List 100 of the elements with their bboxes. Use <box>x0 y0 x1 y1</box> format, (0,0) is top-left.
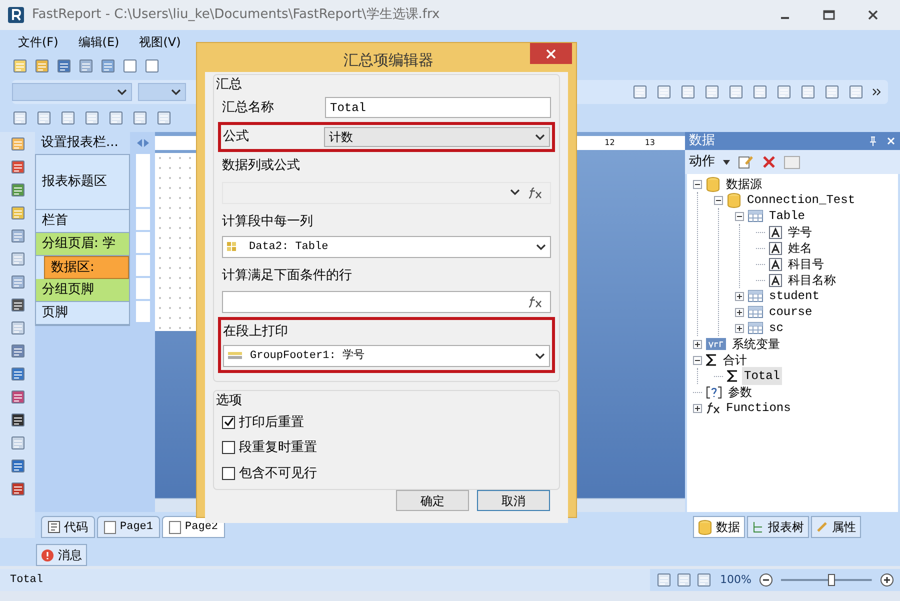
window-title: FastReport - C:\Users\liu_ke\Documents\FastReport\学生选课.frx <box>32 6 440 24</box>
close-button[interactable] <box>530 43 572 64</box>
sigma-icon <box>727 370 738 382</box>
checkbox-label: 打印后重置 <box>239 414 304 432</box>
band-ruler <box>136 255 150 276</box>
parameter-icon <box>706 386 722 398</box>
page-tab[interactable]: 代码 <box>41 516 95 538</box>
edit-icon[interactable] <box>738 155 754 169</box>
chevron-right-icon[interactable] <box>872 87 882 97</box>
tree-item[interactable]: Functions <box>724 399 793 417</box>
plus-box-icon[interactable] <box>693 404 702 412</box>
tree-item[interactable]: 数据源 <box>724 175 764 193</box>
chevron-down-icon <box>535 352 545 360</box>
dialog-button[interactable]: 确定 <box>396 490 469 511</box>
minus-box-icon[interactable] <box>714 196 723 204</box>
minus-box-icon[interactable] <box>693 356 702 364</box>
minus-box-icon[interactable] <box>693 180 702 188</box>
text-field-icon <box>769 274 782 286</box>
document-lines-icon <box>48 521 60 533</box>
tree-item[interactable]: Total <box>742 367 782 385</box>
condition-field[interactable] <box>222 290 551 312</box>
caret-icon[interactable] <box>723 160 730 164</box>
data-band-dropdown[interactable]: Data2: Table <box>222 236 551 258</box>
group-title: 选项 <box>216 392 243 410</box>
band-settings-header[interactable]: 设置报表栏... <box>35 132 130 154</box>
panel-tab[interactable]: 报表树 <box>747 516 809 538</box>
tree-item[interactable]: 合计 <box>721 351 749 369</box>
dialog-title: 汇总项编辑器 <box>342 50 434 71</box>
print-band-dropdown[interactable]: GroupFooter1: 学号 <box>223 345 550 367</box>
tree-item[interactable]: 系统变量 <box>730 335 782 353</box>
arrows-icon[interactable] <box>136 138 150 148</box>
dialog-button[interactable]: 取消 <box>477 490 550 511</box>
pin-icon[interactable] <box>868 136 878 146</box>
font-size-dropdown[interactable] <box>138 83 186 101</box>
plus-box-icon[interactable] <box>693 340 702 348</box>
zoom-out-icon[interactable] <box>759 573 774 587</box>
chevron-down-icon <box>535 134 545 140</box>
actions-menu[interactable]: 动作 <box>689 152 715 172</box>
checkbox[interactable] <box>222 416 235 429</box>
band-ruler <box>136 278 150 299</box>
band-icon <box>227 242 237 252</box>
field-label: 汇总名称 <box>222 98 275 117</box>
checkbox[interactable] <box>222 466 235 480</box>
maximize-icon[interactable] <box>822 8 836 22</box>
text-field-icon <box>769 242 782 254</box>
text-field-icon <box>769 226 782 238</box>
close-icon[interactable] <box>866 8 880 22</box>
tree-item[interactable]: course <box>767 303 814 321</box>
tree-item[interactable]: 科目号 <box>786 255 826 273</box>
tree-item[interactable]: student <box>767 287 822 305</box>
menu-item[interactable]: 视图(V) <box>139 33 181 51</box>
tree-item[interactable]: Table <box>767 207 808 225</box>
close-icon[interactable] <box>886 136 896 146</box>
delete-icon[interactable] <box>762 155 776 169</box>
database-icon <box>698 520 712 534</box>
variable-icon <box>706 338 726 350</box>
plus-box-icon[interactable] <box>735 292 744 300</box>
tree-item[interactable]: sc <box>767 319 786 337</box>
panel-tab[interactable]: 属性 <box>811 516 861 538</box>
band-label[interactable]: 分组页脚 <box>36 279 129 302</box>
function-icon <box>706 402 720 414</box>
chevron-down-icon <box>536 244 546 250</box>
band-label[interactable]: 数据区: <box>44 256 129 279</box>
formula-dropdown[interactable]: 计数 <box>324 127 550 147</box>
band-label[interactable]: 分组页眉: 学 <box>36 233 129 256</box>
page-tab[interactable]: Page1 <box>97 516 160 538</box>
menu-item[interactable]: 文件(F) <box>18 33 58 51</box>
alert-icon <box>41 548 54 562</box>
band-ruler <box>136 209 150 230</box>
messages-tab[interactable]: 消息 <box>36 544 87 566</box>
zoom-in-icon[interactable] <box>880 573 894 587</box>
tree-item[interactable]: Connection_Test <box>745 191 858 209</box>
plus-box-icon[interactable] <box>735 324 744 332</box>
band-label[interactable]: 栏首 <box>36 210 129 233</box>
ruler-number: 12 <box>604 137 615 149</box>
band-ruler <box>136 301 150 322</box>
summary-name-field[interactable]: Total <box>325 97 551 118</box>
database-icon <box>727 192 741 208</box>
tree-icon <box>752 521 764 533</box>
tree-item[interactable]: 参数 <box>726 383 754 401</box>
panel-title: 数据 <box>689 132 715 150</box>
tree-item[interactable]: 学号 <box>786 223 814 241</box>
tree-item[interactable]: 姓名 <box>786 239 814 257</box>
panel-tab[interactable]: 数据 <box>693 516 745 538</box>
menu-item[interactable]: 编辑(E) <box>78 33 120 51</box>
minus-box-icon[interactable] <box>735 212 744 220</box>
tree-item[interactable]: 科目名称 <box>786 271 838 289</box>
slider-thumb[interactable] <box>828 574 836 586</box>
pencil-icon <box>816 521 828 533</box>
page-icon <box>104 520 116 534</box>
zoom-level: 100% <box>720 572 752 588</box>
band-ruler <box>136 154 150 207</box>
field-label: 计算满足下面条件的行 <box>222 267 353 285</box>
field-label: 在段上打印 <box>223 322 289 340</box>
database-icon <box>706 176 720 192</box>
band-icon <box>228 352 242 360</box>
checkbox[interactable] <box>222 441 235 454</box>
plus-box-icon[interactable] <box>735 308 744 316</box>
page-icon <box>169 520 182 534</box>
checkbox-label: 包含不可见行 <box>239 464 317 482</box>
